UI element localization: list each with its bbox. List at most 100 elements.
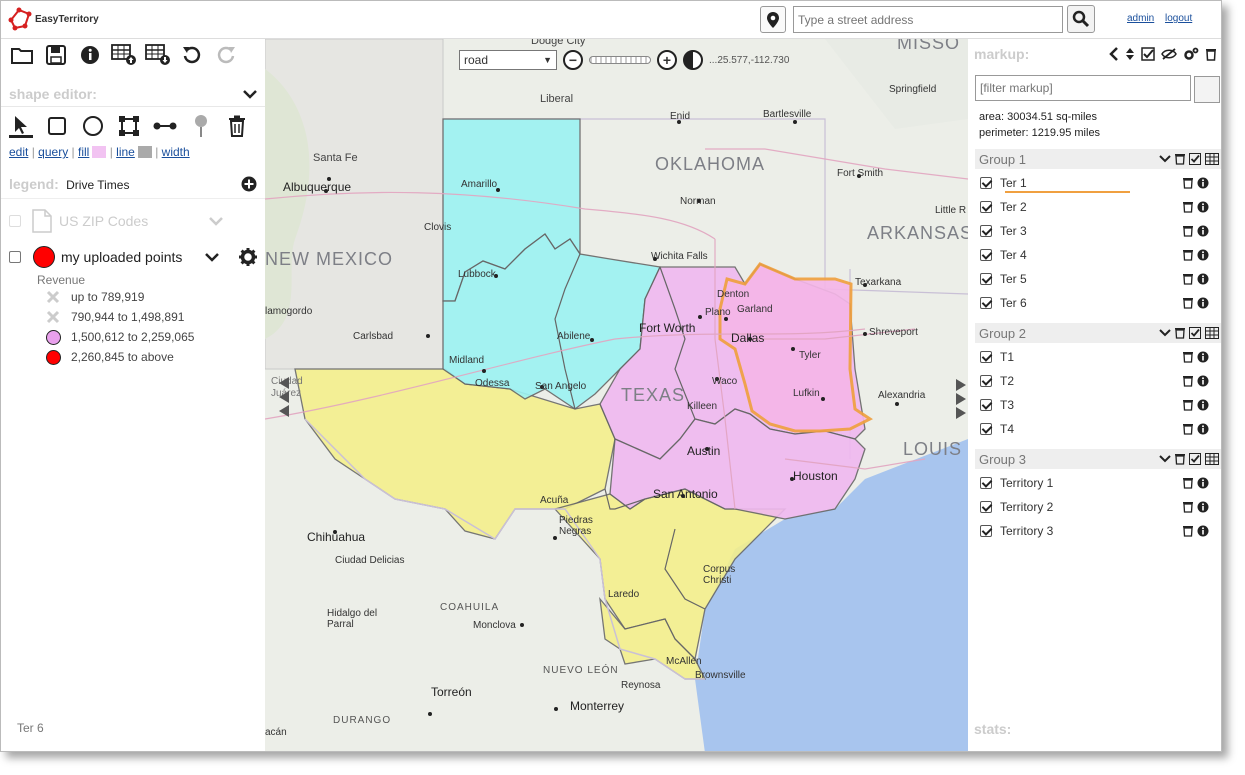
trash-icon[interactable] xyxy=(1183,525,1193,537)
chevron-down-icon[interactable] xyxy=(243,89,257,99)
fill-link[interactable]: fill xyxy=(78,145,89,159)
layer-points-checkbox[interactable] xyxy=(9,251,21,263)
trash-icon[interactable] xyxy=(1175,153,1185,165)
territory-row[interactable]: T1 xyxy=(968,345,1221,369)
territory-checkbox[interactable] xyxy=(980,273,992,285)
territory-row[interactable]: Territory 2 xyxy=(968,495,1221,519)
trash-icon[interactable] xyxy=(1175,453,1185,465)
check-all-icon[interactable] xyxy=(1189,327,1201,339)
territory-row[interactable]: T2 xyxy=(968,369,1221,393)
line-tool[interactable] xyxy=(153,114,177,138)
chevron-down-icon[interactable] xyxy=(1159,155,1171,163)
add-layer-icon[interactable] xyxy=(241,176,257,192)
chevron-down-icon[interactable] xyxy=(209,216,223,226)
info-icon[interactable] xyxy=(1197,525,1209,537)
legend-value[interactable]: Drive Times xyxy=(66,178,129,192)
table-download-icon[interactable] xyxy=(145,42,171,68)
trash-icon[interactable] xyxy=(1183,351,1193,363)
select-tool[interactable] xyxy=(9,114,33,138)
map-type-select[interactable]: road ▼ xyxy=(459,50,557,70)
territory-row[interactable]: Ter 5 xyxy=(968,267,1221,291)
territory-checkbox[interactable] xyxy=(980,351,992,363)
trash-icon[interactable] xyxy=(1205,47,1217,61)
info-icon[interactable] xyxy=(1197,375,1209,387)
logout-link[interactable]: logout xyxy=(1165,13,1192,24)
territory-row[interactable]: Ter 3 xyxy=(968,219,1221,243)
zoom-slider[interactable] xyxy=(589,56,651,64)
trash-icon[interactable] xyxy=(1183,273,1193,285)
admin-link[interactable]: admin xyxy=(1127,13,1154,24)
info-icon[interactable] xyxy=(1197,297,1209,309)
chevron-down-icon[interactable] xyxy=(205,252,219,262)
fill-swatch[interactable] xyxy=(92,146,107,158)
territory-row[interactable]: Ter 4 xyxy=(968,243,1221,267)
query-link[interactable]: query xyxy=(38,145,68,159)
trash-icon[interactable] xyxy=(1183,201,1193,213)
zoom-in-button[interactable]: + xyxy=(657,50,677,70)
info-icon[interactable] xyxy=(1197,273,1209,285)
trash-icon[interactable] xyxy=(1183,477,1193,489)
territory-checkbox[interactable] xyxy=(980,375,992,387)
info-icon[interactable] xyxy=(1197,399,1209,411)
circle-tool[interactable] xyxy=(81,114,105,138)
territory-checkbox[interactable] xyxy=(980,225,992,237)
territory-row[interactable]: Territory 3 xyxy=(968,519,1221,543)
layer-zip-checkbox[interactable] xyxy=(9,215,21,227)
address-search-input[interactable] xyxy=(793,6,1063,33)
info-icon[interactable] xyxy=(1197,351,1209,363)
chevron-left-icon[interactable] xyxy=(1109,47,1119,61)
info-icon[interactable] xyxy=(77,42,103,68)
shape-editor-header[interactable]: shape editor: xyxy=(1,81,265,107)
info-icon[interactable] xyxy=(1197,501,1209,513)
table-icon[interactable] xyxy=(1205,153,1219,165)
trash-icon[interactable] xyxy=(1183,225,1193,237)
delete-tool[interactable] xyxy=(225,114,249,138)
pushpin-tool[interactable] xyxy=(189,114,213,138)
undo-icon[interactable] xyxy=(179,42,205,68)
territory-row[interactable]: Ter 1 xyxy=(968,171,1221,195)
edit-link[interactable]: edit xyxy=(9,145,28,159)
line-link[interactable]: line xyxy=(116,145,135,159)
table-upload-icon[interactable] xyxy=(111,42,137,68)
territory-checkbox[interactable] xyxy=(980,177,992,189)
open-folder-icon[interactable] xyxy=(9,42,35,68)
check-all-icon[interactable] xyxy=(1189,153,1201,165)
chevron-down-icon[interactable] xyxy=(1159,329,1171,337)
points-color-dot[interactable] xyxy=(33,246,55,268)
redo-icon[interactable] xyxy=(213,42,239,68)
territory-checkbox[interactable] xyxy=(980,201,992,213)
markup-group-header[interactable]: Group 3 xyxy=(975,449,1221,469)
markup-group-header[interactable]: Group 1 xyxy=(975,149,1221,169)
territory-row[interactable]: Territory 1 xyxy=(968,471,1221,495)
territory-row[interactable]: Ter 2 xyxy=(968,195,1221,219)
address-search-button[interactable] xyxy=(1067,5,1095,33)
territory-checkbox[interactable] xyxy=(980,501,992,513)
territory-row[interactable]: Ter 6 xyxy=(968,291,1221,315)
info-icon[interactable] xyxy=(1197,201,1209,213)
table-icon[interactable] xyxy=(1205,453,1219,465)
save-icon[interactable] xyxy=(43,42,69,68)
trash-icon[interactable] xyxy=(1183,399,1193,411)
locate-button[interactable] xyxy=(760,6,786,33)
settings-icon[interactable] xyxy=(1183,47,1199,61)
line-swatch[interactable] xyxy=(137,146,152,158)
trash-icon[interactable] xyxy=(1183,297,1193,309)
trash-icon[interactable] xyxy=(1183,423,1193,435)
markup-group-header[interactable]: Group 2 xyxy=(975,323,1221,343)
width-link[interactable]: width xyxy=(162,145,190,159)
territory-checkbox[interactable] xyxy=(980,249,992,261)
filter-markup-input[interactable] xyxy=(975,75,1191,101)
territory-checkbox[interactable] xyxy=(980,477,992,489)
territory-row[interactable]: T4 xyxy=(968,417,1221,441)
trash-icon[interactable] xyxy=(1183,375,1193,387)
territory-checkbox[interactable] xyxy=(980,525,992,537)
trash-icon[interactable] xyxy=(1175,327,1185,339)
info-icon[interactable] xyxy=(1197,225,1209,237)
territory-checkbox[interactable] xyxy=(980,423,992,435)
trash-icon[interactable] xyxy=(1183,177,1193,189)
table-icon[interactable] xyxy=(1205,327,1219,339)
visibility-off-icon[interactable] xyxy=(1161,48,1177,60)
filter-search-button[interactable] xyxy=(1194,76,1220,103)
territory-row[interactable]: T3 xyxy=(968,393,1221,417)
polygon-tool[interactable] xyxy=(117,114,141,138)
